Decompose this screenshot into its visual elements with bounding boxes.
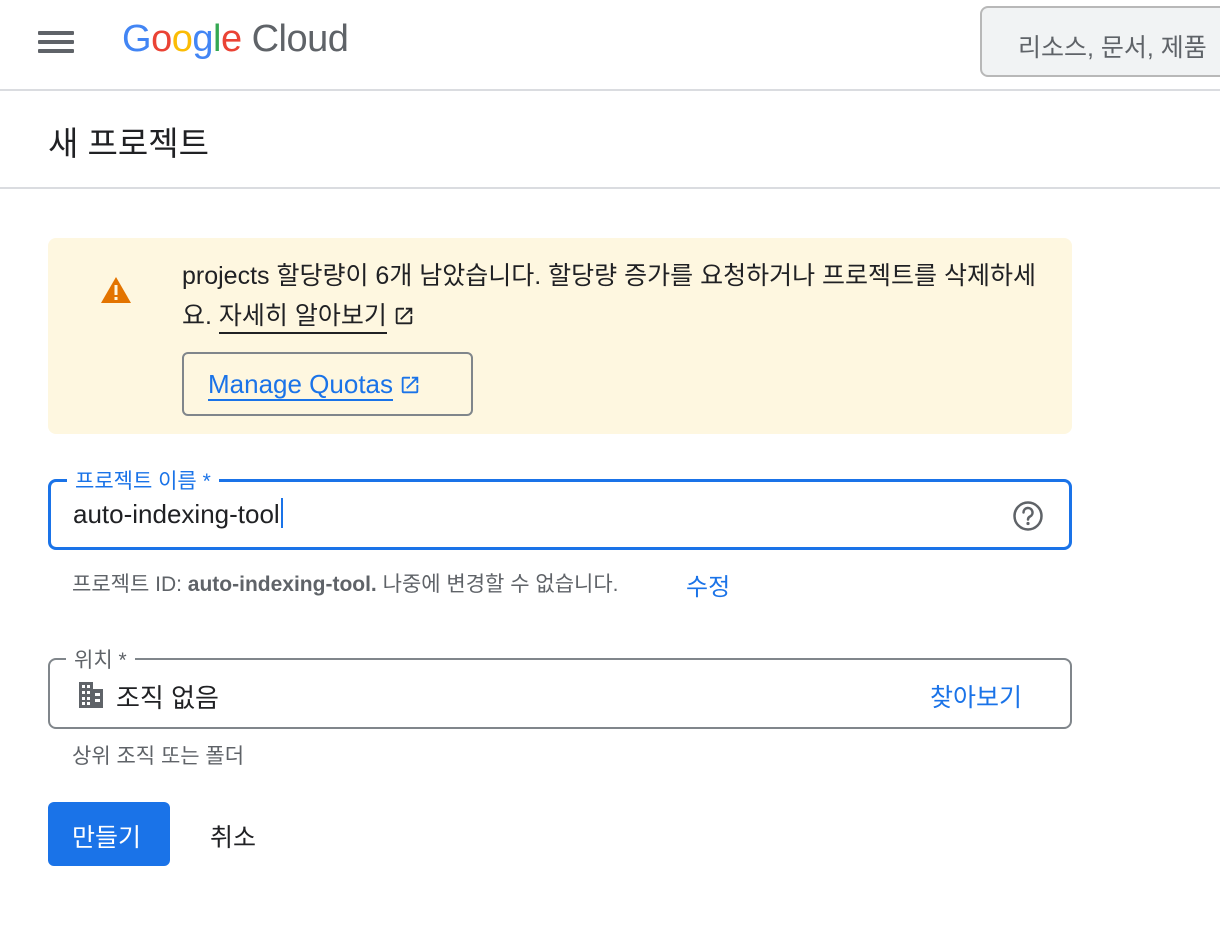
project-name-input[interactable]: auto-indexing-tool [73,498,283,530]
building-icon [79,682,103,708]
external-link-icon [401,376,419,394]
cloud-wordmark: Cloud [251,18,349,60]
location-field[interactable]: 위치 * 조직 없음 찾아보기 [48,644,1072,729]
manage-quotas-button[interactable]: Manage Quotas [182,352,473,416]
google-wordmark: Google [122,18,242,61]
logo-letter: G [122,18,152,60]
project-name-value: auto-indexing-tool [73,499,280,529]
create-button[interactable]: 만들기 [48,802,170,866]
project-id-value: auto-indexing-tool. [187,573,377,596]
location-helper-text: 상위 조직 또는 폴더 [72,745,245,768]
quota-warning-banner: projects 할당량이 6개 남았습니다. 할당량 증가를 요청하거나 프로… [48,238,1072,434]
page-title: 새 프로젝트 [48,125,209,162]
project-name-field[interactable]: 프로젝트 이름 * auto-indexing-tool [48,465,1072,550]
project-id-text: 프로젝트 ID: auto-indexing-tool. 나중에 변경할 수 없… [72,568,618,598]
warning-icon [101,277,131,303]
learn-more-label: 자세히 알아보기 [218,302,387,330]
project-id-suffix: 나중에 변경할 수 없습니다. [382,573,619,596]
banner-message: projects 할당량이 6개 남았습니다. 할당량 증가를 요청하거나 프로… [182,256,1042,336]
main-menu-button[interactable] [30,24,82,60]
logo-letter: o [151,18,172,60]
top-bar: Google Cloud 리소스, 문서, 제품 [0,0,1220,91]
logo-letter: l [212,18,221,60]
menu-icon-line [38,49,74,53]
location-label: 위치 * [66,644,135,674]
edit-project-id-button[interactable]: 수정 [686,567,730,602]
browse-button[interactable]: 찾아보기 [930,678,1022,714]
search-input[interactable]: 리소스, 문서, 제품 [980,6,1220,77]
menu-icon-line [38,40,74,44]
project-id-prefix: 프로젝트 ID: [72,573,182,596]
location-value: 조직 없음 [116,683,219,713]
google-cloud-logo[interactable]: Google Cloud [122,18,349,66]
learn-more-link[interactable]: 자세히 알아보기 [218,302,387,334]
help-icon[interactable] [1012,500,1044,532]
page-header: 새 프로젝트 [0,91,1220,189]
project-name-label: 프로젝트 이름 * [67,465,219,495]
logo-letter: e [220,18,242,60]
logo-letter: g [192,18,213,60]
manage-quotas-label: Manage Quotas [208,369,394,401]
external-link-icon [395,307,413,325]
logo-letter: o [171,18,193,60]
menu-icon-line [38,31,74,35]
cancel-button[interactable]: 취소 [190,802,280,866]
text-caret [280,498,283,528]
